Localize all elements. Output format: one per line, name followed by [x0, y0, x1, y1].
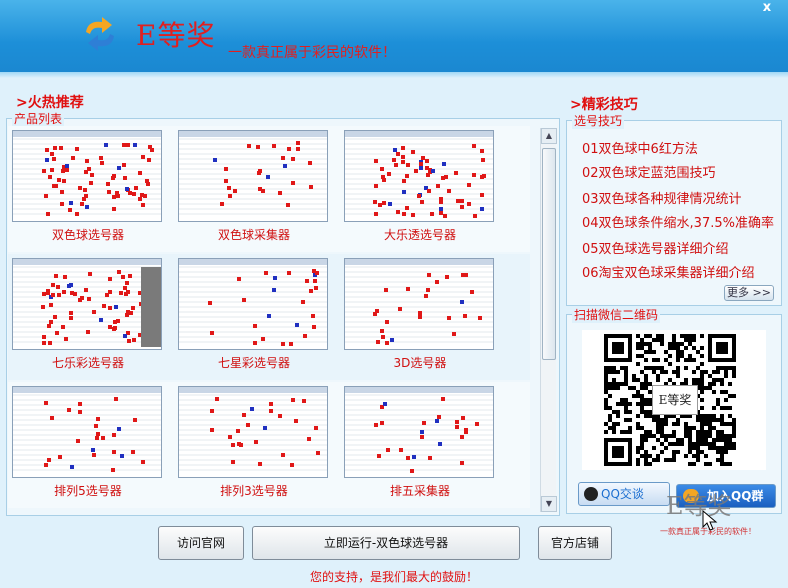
close-button[interactable]: x	[754, 0, 780, 18]
hot-section-title: >火热推荐	[16, 95, 84, 111]
qr-panel-legend: 扫描微信二维码	[572, 306, 661, 323]
product-caption: 3D选号器	[393, 356, 447, 370]
product-item-pl3-picker[interactable]: 排列3选号器	[176, 382, 332, 502]
product-screenshot	[178, 386, 328, 478]
qq-chat-button[interactable]: QQ交谈	[578, 482, 670, 506]
tips-section-title: >精彩技巧	[570, 97, 638, 113]
product-caption: 双色球采集器	[217, 228, 290, 242]
tip-link[interactable]: 04双色球条件缩水,37.5%准确率	[582, 212, 774, 231]
product-screenshot	[344, 386, 494, 478]
product-item-p5-collector[interactable]: 排五采集器	[342, 382, 498, 502]
more-tips-button[interactable]: 更多 >>	[724, 285, 774, 301]
tip-link[interactable]: 01双色球中6红方法	[582, 138, 698, 157]
title-bar: x E等奖 一款真正属于彩民的软件！	[0, 0, 788, 78]
visit-website-button[interactable]: 访问官网	[158, 526, 244, 560]
product-screenshot	[178, 258, 328, 350]
run-now-button[interactable]: 立即运行-双色球选号器	[252, 526, 520, 560]
brand-name: E等奖	[136, 19, 216, 52]
wechat-qr-code: E等奖	[582, 330, 766, 470]
product-grid: 双色球选号器 双色球采集器 大乐透选号器 七乐彩选号器 七星彩选号器 3D选号器…	[8, 126, 530, 512]
product-caption: 排列5选号器	[54, 484, 122, 498]
official-shop-button[interactable]: 官方店铺	[538, 526, 612, 560]
tip-link[interactable]: 03双色球各种规律情况统计	[582, 188, 742, 207]
product-item-ssq-collector[interactable]: 双色球采集器	[176, 126, 332, 246]
product-caption: 七星彩选号器	[217, 356, 290, 370]
scrollbar-thumb[interactable]	[542, 148, 556, 360]
product-item-pl5-picker[interactable]: 排列5选号器	[10, 382, 166, 502]
product-caption: 双色球选号器	[51, 228, 124, 242]
product-caption: 排列3选号器	[220, 484, 288, 498]
product-screenshot	[12, 386, 162, 478]
footer-message: 您的支持，是我们最大的鼓励！	[309, 570, 478, 584]
product-panel-legend: 产品列表	[12, 110, 65, 127]
product-screenshot	[12, 130, 162, 222]
product-screenshot	[178, 130, 328, 222]
refresh-arrows-icon	[86, 17, 114, 51]
tip-link[interactable]: 06淘宝双色球采集器详细介绍	[582, 262, 755, 281]
product-screenshot	[344, 258, 494, 350]
product-scrollbar[interactable]: ▲ ▼	[540, 128, 557, 512]
tip-link[interactable]: 02双色球定蓝范围技巧	[582, 162, 716, 181]
product-caption: 大乐透选号器	[383, 228, 456, 242]
mouse-cursor-icon	[702, 510, 718, 531]
product-item-qlc-picker[interactable]: 七乐彩选号器	[10, 254, 166, 374]
scroll-up-icon[interactable]: ▲	[541, 128, 557, 144]
tip-link[interactable]: 05双色球选号器详细介绍	[582, 238, 729, 257]
product-item-3d-picker[interactable]: 3D选号器	[342, 254, 498, 374]
product-screenshot	[344, 130, 494, 222]
brand-slogan: 一款真正属于彩民的软件！	[228, 45, 396, 61]
tips-panel-legend: 选号技巧	[572, 112, 625, 129]
scroll-down-icon[interactable]: ▼	[541, 496, 557, 512]
product-item-qxc-picker[interactable]: 七星彩选号器	[176, 254, 332, 374]
product-item-ssq-picker[interactable]: 双色球选号器	[10, 126, 166, 246]
qq-penguin-icon	[584, 487, 598, 501]
qr-center-logo: E等奖	[652, 385, 698, 415]
product-item-dlt-picker[interactable]: 大乐透选号器	[342, 126, 498, 246]
product-caption: 排五采集器	[389, 484, 450, 498]
qq-chat-label: QQ交谈	[601, 487, 644, 501]
product-caption: 七乐彩选号器	[51, 356, 124, 370]
product-screenshot	[12, 258, 162, 350]
